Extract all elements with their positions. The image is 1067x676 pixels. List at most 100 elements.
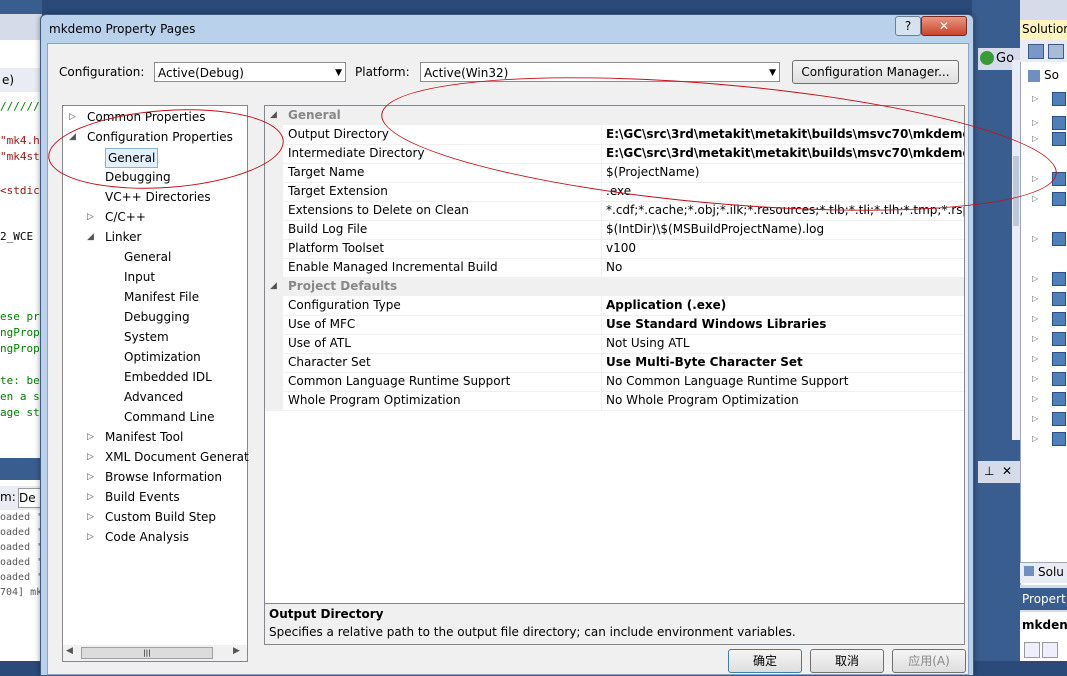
expand-arrow-icon[interactable]: ▷: [87, 208, 94, 226]
tree-item[interactable]: Browse Information: [105, 468, 222, 486]
column-divider[interactable]: [601, 372, 602, 391]
property-row[interactable]: Build Log File $(IntDir)\$(MSBuildProject…: [265, 220, 964, 240]
expand-arrow-icon[interactable]: ▷: [87, 508, 94, 526]
tree-item[interactable]: Manifest Tool: [105, 428, 183, 446]
expand-arrow-icon[interactable]: ▷: [87, 468, 94, 486]
column-divider[interactable]: [601, 296, 602, 315]
tree-expander-icon[interactable]: ▷: [1032, 334, 1038, 343]
property-name: Common Language Runtime Support: [288, 374, 511, 388]
tree-expander-icon[interactable]: ▷: [1032, 354, 1038, 363]
tree-item[interactable]: Linker: [105, 228, 141, 246]
alphabetical-icon[interactable]: [1042, 642, 1058, 658]
property-name: Use of ATL: [288, 336, 351, 350]
column-divider[interactable]: [601, 258, 602, 277]
tree-item[interactable]: VC++ Directories: [105, 188, 211, 206]
property-value[interactable]: $(IntDir)\$(MSBuildProjectName).log: [606, 222, 964, 236]
property-row[interactable]: Character Set Use Multi-Byte Character Se…: [265, 353, 964, 373]
tree-expander-icon[interactable]: ▷: [1032, 118, 1038, 127]
properties-icon[interactable]: [1028, 44, 1044, 59]
property-row[interactable]: Platform Toolset v100: [265, 239, 964, 259]
tree-horizontal-scrollbar[interactable]: ◀ ||| ▶: [62, 645, 248, 662]
configuration-select[interactable]: Active(Debug) ▼: [154, 62, 346, 82]
tree-expander-icon[interactable]: ▷: [1032, 134, 1038, 143]
scroll-right-icon[interactable]: ▶: [233, 646, 240, 656]
close-button[interactable]: ✕: [921, 16, 967, 36]
column-divider[interactable]: [601, 239, 602, 258]
property-row[interactable]: Enable Managed Incremental Build No: [265, 258, 964, 278]
configuration-label: Configuration:: [59, 65, 145, 79]
description-title: Output Directory: [269, 607, 384, 621]
property-row[interactable]: Use of MFC Use Standard Windows Libraries: [265, 315, 964, 335]
column-divider[interactable]: [601, 391, 602, 410]
property-value[interactable]: Application (.exe): [606, 298, 964, 312]
expand-arrow-icon[interactable]: ▷: [87, 448, 94, 466]
tree-item[interactable]: Manifest File: [124, 288, 199, 306]
property-name: Character Set: [288, 355, 371, 369]
help-button[interactable]: ?: [895, 16, 921, 36]
expand-arrow-icon[interactable]: ▷: [87, 528, 94, 546]
property-row[interactable]: Common Language Runtime Support No Common…: [265, 372, 964, 392]
tree-item[interactable]: Advanced: [124, 388, 183, 406]
grid-category[interactable]: ◢ Project Defaults: [265, 277, 964, 296]
collapse-arrow-icon[interactable]: ◢: [270, 106, 277, 124]
property-value[interactable]: No Whole Program Optimization: [606, 393, 964, 407]
tree-item[interactable]: Build Events: [105, 488, 180, 506]
column-divider[interactable]: [601, 315, 602, 334]
collapse-arrow-icon[interactable]: ◢: [87, 228, 94, 246]
tree-item[interactable]: Debugging: [124, 308, 190, 326]
property-value[interactable]: Use Multi-Byte Character Set: [606, 355, 964, 369]
scroll-left-icon[interactable]: ◀: [66, 646, 73, 656]
column-divider[interactable]: [601, 334, 602, 353]
tree-expander-icon[interactable]: ▷: [1032, 414, 1038, 423]
property-row[interactable]: Use of ATL Not Using ATL: [265, 334, 964, 354]
tree-expander-icon[interactable]: ▷: [1032, 394, 1038, 403]
tree-item[interactable]: System: [124, 328, 169, 346]
tree-item[interactable]: General: [124, 248, 171, 266]
expand-arrow-icon[interactable]: ▷: [69, 108, 76, 126]
tree-expander-icon[interactable]: ▷: [1032, 94, 1038, 103]
tree-item[interactable]: C/C++: [105, 208, 146, 226]
row-gutter: [265, 182, 283, 201]
tree-item[interactable]: XML Document Generat: [105, 448, 249, 466]
column-divider[interactable]: [601, 201, 602, 220]
property-value[interactable]: No: [606, 260, 964, 274]
collapse-arrow-icon[interactable]: ◢: [270, 277, 277, 295]
property-row[interactable]: Whole Program Optimization No Whole Progr…: [265, 391, 964, 411]
expand-arrow-icon[interactable]: ▷: [87, 488, 94, 506]
expand-arrow-icon[interactable]: ▷: [87, 428, 94, 446]
categorized-icon[interactable]: [1024, 642, 1040, 658]
property-row[interactable]: Configuration Type Application (.exe): [265, 296, 964, 316]
pin-icon[interactable]: ⊥: [984, 464, 994, 478]
code-area[interactable]: ////// "mk4.h "mk4st <stdic 2_WCE ese pr ngPro…: [0, 92, 42, 452]
property-value[interactable]: Use Standard Windows Libraries: [606, 317, 964, 331]
property-value[interactable]: Not Using ATL: [606, 336, 964, 350]
solution-root[interactable]: So: [1028, 68, 1059, 82]
tree-item[interactable]: Input: [124, 268, 155, 286]
property-value[interactable]: No Common Language Runtime Support: [606, 374, 964, 388]
tree-scroll-thumb[interactable]: |||: [81, 647, 213, 659]
tree-item[interactable]: Optimization: [124, 348, 201, 366]
cancel-button[interactable]: 取消: [810, 649, 884, 673]
tree-expander-icon[interactable]: ▷: [1032, 234, 1038, 243]
tree-item[interactable]: Custom Build Step: [105, 508, 216, 526]
output-source-select[interactable]: De: [18, 488, 42, 508]
tree-expander-icon[interactable]: ▷: [1032, 194, 1038, 203]
tree-expander-icon[interactable]: ▷: [1032, 434, 1038, 443]
tree-expander-icon[interactable]: ▷: [1032, 374, 1038, 383]
column-divider[interactable]: [601, 220, 602, 239]
tree-item[interactable]: Embedded IDL: [124, 368, 212, 386]
solution-tab[interactable]: Solu: [1020, 562, 1067, 583]
column-divider[interactable]: [601, 353, 602, 372]
ok-button[interactable]: 确定: [728, 649, 802, 673]
tree-expander-icon[interactable]: ▷: [1032, 274, 1038, 283]
close-icon[interactable]: ✕: [1002, 464, 1012, 478]
property-value[interactable]: v100: [606, 241, 964, 255]
configuration-manager-button[interactable]: Configuration Manager...: [792, 60, 959, 84]
tree-expander-icon[interactable]: ▷: [1032, 314, 1038, 323]
show-files-icon[interactable]: [1048, 44, 1064, 59]
tree-expander-icon[interactable]: ▷: [1032, 294, 1038, 303]
tree-item[interactable]: Command Line: [124, 408, 215, 426]
apply-button[interactable]: 应用(A): [892, 649, 966, 673]
ide-scrollbar[interactable]: [1012, 60, 1020, 440]
tree-item[interactable]: Code Analysis: [105, 528, 189, 546]
